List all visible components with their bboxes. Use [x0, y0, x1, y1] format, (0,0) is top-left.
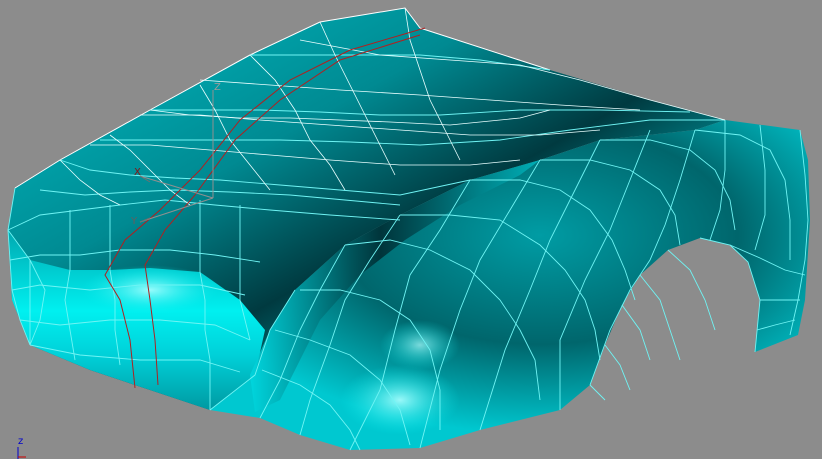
- wire-line: [589, 384, 606, 401]
- highlight-fender: [340, 365, 460, 435]
- world-axis-z-label: z: [18, 436, 23, 447]
- wire-line: [604, 344, 631, 391]
- gizmo-z-label: Z: [214, 82, 221, 93]
- world-axis-tripod: z: [17, 436, 26, 459]
- gizmo-x-label: X: [134, 167, 141, 178]
- viewport-scene[interactable]: Z X Y z: [0, 0, 822, 459]
- car-body-mesh[interactable]: [7, 7, 810, 451]
- wire-line: [621, 304, 651, 361]
- perspective-viewport[interactable]: Z X Y z: [0, 0, 822, 459]
- gizmo-y-label: Y: [130, 216, 138, 227]
- wire-line: [667, 249, 716, 331]
- highlight-tail: [80, 265, 220, 315]
